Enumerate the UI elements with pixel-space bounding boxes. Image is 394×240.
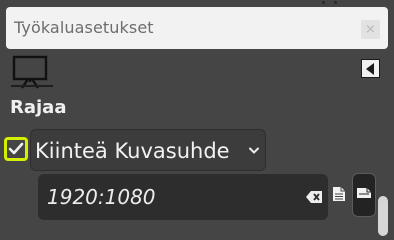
tool-options-easel-icon xyxy=(12,55,48,89)
dialog-title-bar[interactable]: Työkaluasetukset × xyxy=(6,7,388,49)
clear-entry-icon[interactable] xyxy=(306,191,322,203)
active-tab-indicator xyxy=(11,85,53,87)
close-button[interactable]: × xyxy=(361,20,380,39)
fixed-mode-selected: Kiinteä Kuvasuhde xyxy=(35,139,230,163)
fixed-aspect-checkbox[interactable] xyxy=(4,137,28,161)
tab-tool-options[interactable] xyxy=(12,55,52,89)
aspect-ratio-input[interactable]: 1920:1080 xyxy=(38,174,328,220)
scrollbar-thumb[interactable] xyxy=(378,196,388,236)
landscape-orientation-icon xyxy=(357,188,371,198)
checkmark-icon xyxy=(8,142,24,155)
dock-tab-row xyxy=(0,49,394,90)
aspect-ratio-value: 1920:1080 xyxy=(47,185,156,209)
tab-menu-triangle-icon[interactable] xyxy=(361,59,380,78)
dialog-title: Työkaluasetukset xyxy=(14,18,154,37)
landscape-orientation-button[interactable] xyxy=(352,173,376,217)
dock-grip-handle[interactable] xyxy=(322,0,340,6)
fixed-mode-dropdown[interactable]: Kiinteä Kuvasuhde xyxy=(30,129,266,171)
tool-name-heading: Rajaa xyxy=(10,97,67,118)
close-icon: × xyxy=(365,22,376,37)
chevron-down-icon xyxy=(249,147,259,154)
portrait-orientation-icon[interactable] xyxy=(332,186,346,202)
